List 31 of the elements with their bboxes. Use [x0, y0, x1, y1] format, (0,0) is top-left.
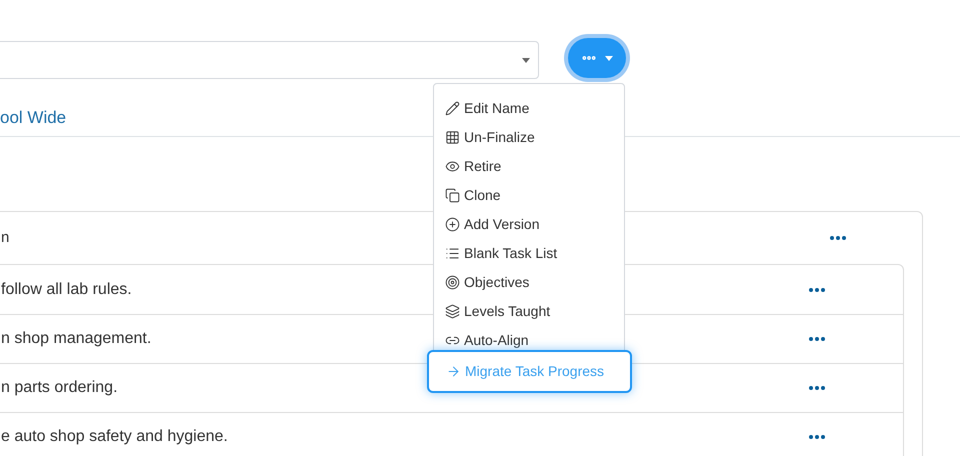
caret-icon — [605, 56, 613, 60]
task-text: n parts ordering. — [1, 378, 118, 398]
dots-icon — [809, 435, 825, 439]
plus-circle-icon — [445, 217, 460, 232]
dots-icon — [809, 337, 825, 341]
menu-item[interactable]: Retire — [434, 152, 624, 181]
menu-item[interactable]: Un-Finalize — [434, 123, 624, 152]
menu-item[interactable]: Add Version — [434, 210, 624, 239]
grid-icon — [445, 130, 460, 145]
layers-icon — [445, 304, 460, 319]
task-text: follow all lab rules. — [1, 280, 132, 300]
select-field[interactable] — [0, 41, 539, 79]
target-icon — [445, 275, 460, 290]
menu-item[interactable]: Clone — [434, 181, 624, 210]
school-wide-link[interactable]: ool Wide — [0, 108, 66, 127]
pencil-icon — [445, 101, 460, 116]
menu-item[interactable]: Blank Task List — [434, 239, 624, 268]
task-text: n shop management. — [1, 329, 152, 349]
dots-icon — [809, 288, 825, 292]
task-text: e auto shop safety and hygiene. — [1, 427, 228, 447]
menu-item[interactable]: Levels Taught — [434, 297, 624, 326]
card-title: n — [1, 228, 10, 248]
arrow-right-icon — [446, 364, 461, 379]
caret-icon — [522, 58, 530, 62]
copy-icon — [445, 188, 460, 203]
eye-icon — [445, 159, 460, 174]
menu-item[interactable]: Objectives — [434, 268, 624, 297]
menu-item[interactable]: Edit Name — [434, 94, 624, 123]
dots-icon — [830, 236, 846, 240]
dots-icon — [809, 386, 825, 390]
actions-button[interactable] — [568, 38, 626, 78]
